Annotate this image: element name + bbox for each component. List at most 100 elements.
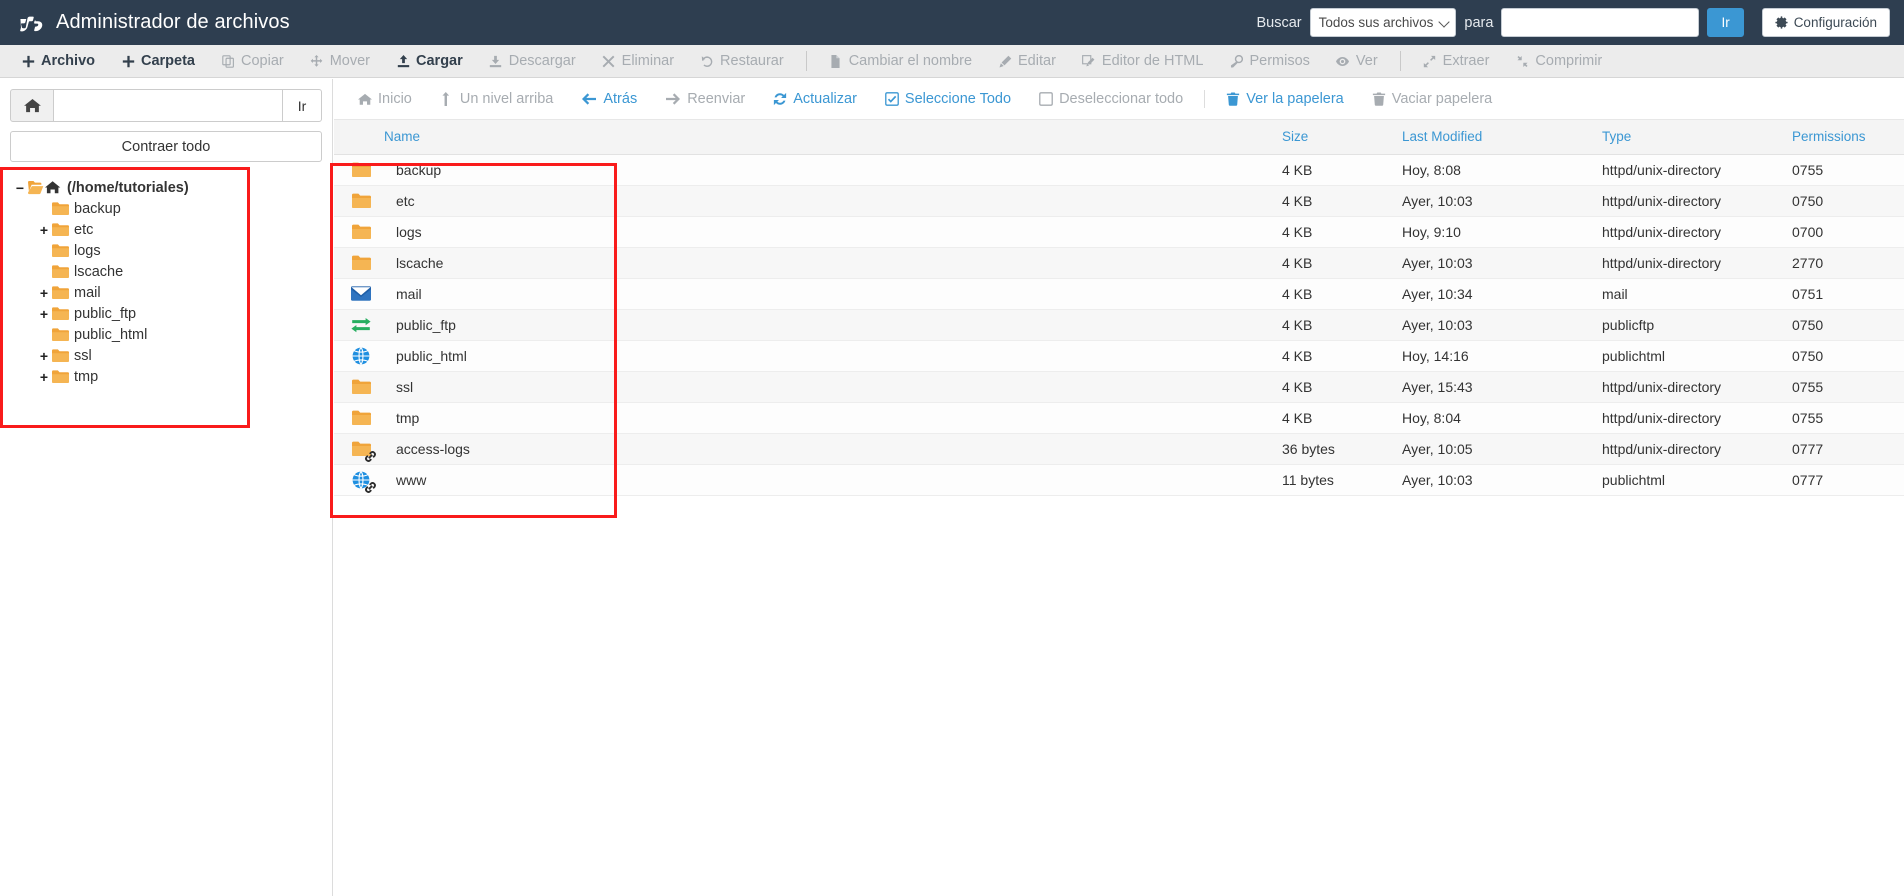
trash-icon (1372, 92, 1386, 106)
toolbar-item-copiar: Copiar (208, 45, 297, 78)
nav-item-actualizar[interactable]: Actualizar (759, 79, 871, 120)
table-row[interactable]: backup 4 KB Hoy, 8:08 httpd/unix-directory 0… (334, 154, 1904, 186)
nav-item-ver-la-papelera[interactable]: Ver la papelera (1212, 79, 1358, 120)
toolbar-item-archivo[interactable]: Archivo (8, 45, 108, 78)
expand-plus-icon[interactable]: + (36, 222, 52, 238)
tree-node-logs[interactable]: logs (12, 240, 318, 261)
path-input[interactable] (54, 89, 282, 122)
folder-icon (52, 306, 69, 321)
toolbar-separator (805, 51, 807, 71)
cell-name[interactable]: lscache (334, 247, 1274, 279)
collapse-all-button[interactable]: Contraer todo (10, 131, 322, 162)
cell-name[interactable]: backup (334, 154, 1274, 186)
cell-permissions: 0777 (1784, 464, 1904, 496)
toolbar-item-descargar: Descargar (476, 45, 589, 78)
settings-button[interactable]: Configuración (1761, 8, 1890, 37)
nav-item-deseleccionar-todo[interactable]: Deseleccionar todo (1025, 79, 1197, 120)
tree-node-label: logs (74, 242, 101, 259)
cell-permissions: 0755 (1784, 402, 1904, 434)
cell-name[interactable]: tmp (334, 402, 1274, 434)
file-name-label: ssl (396, 378, 414, 395)
nav-item-seleccione-todo[interactable]: Seleccione Todo (871, 79, 1025, 120)
toolbar-item-carpeta[interactable]: Carpeta (108, 45, 208, 78)
folder-icon (52, 348, 69, 363)
expand-plus-icon[interactable]: + (36, 369, 52, 385)
file-name-label: www (396, 471, 427, 488)
copy-icon (221, 54, 235, 68)
navbar-separator (1204, 90, 1206, 108)
download-icon (489, 55, 503, 68)
tree-node-ssl[interactable]: + ssl (12, 345, 318, 366)
checkbox-checked-icon (885, 92, 899, 106)
toolbar-item-label: Carpeta (141, 53, 195, 69)
table-row[interactable]: tmp 4 KB Hoy, 8:04 httpd/unix-directory 0755 (334, 402, 1904, 434)
cell-name[interactable]: access-logs (334, 433, 1274, 465)
table-row[interactable]: ssl 4 KB Ayer, 15:43 httpd/unix-directory 07… (334, 371, 1904, 403)
column-header-last-modified[interactable]: Last Modified (1394, 120, 1594, 155)
table-row[interactable]: www 11 bytes Ayer, 10:03 publichtml 0777 (334, 464, 1904, 496)
toolbar-separator (1399, 51, 1401, 71)
page-title: Administrador de archivos (56, 11, 290, 33)
search-input[interactable] (1501, 8, 1700, 37)
tree-node-backup[interactable]: backup (12, 198, 318, 219)
cell-size: 4 KB (1274, 402, 1394, 434)
table-row[interactable]: public_ftp 4 KB Ayer, 10:03 publicftp 0750 (334, 309, 1904, 341)
nav-item-reenviar[interactable]: Reenviar (651, 79, 759, 120)
cell-size: 4 KB (1274, 216, 1394, 248)
cell-name[interactable]: ssl (334, 371, 1274, 403)
cell-name[interactable]: www (334, 464, 1274, 496)
tree-node-public_html[interactable]: public_html (12, 324, 318, 345)
column-header-size[interactable]: Size (1274, 120, 1394, 155)
search-scope-select[interactable]: Todos sus archivos (1309, 8, 1457, 37)
column-header-name[interactable]: Name (334, 120, 1274, 155)
tree-node-etc[interactable]: + etc (12, 219, 318, 240)
tree-node-tmp[interactable]: + tmp (12, 366, 318, 387)
tree-node-mail[interactable]: + mail (12, 282, 318, 303)
cell-name[interactable]: public_html (334, 340, 1274, 372)
collapse-minus-icon[interactable]: − (12, 180, 28, 196)
cell-size: 4 KB (1274, 247, 1394, 279)
column-header-permissions[interactable]: Permissions (1784, 120, 1904, 155)
path-go-button[interactable]: Ir (282, 89, 322, 122)
table-row[interactable]: etc 4 KB Ayer, 10:03 httpd/unix-directory 07… (334, 185, 1904, 217)
tree-node-public_ftp[interactable]: + public_ftp (12, 303, 318, 324)
toolbar-item-restaurar: Restaurar (687, 45, 797, 78)
nav-item-vaciar-papelera[interactable]: Vaciar papelera (1358, 79, 1507, 120)
home-icon[interactable] (10, 89, 54, 122)
cell-name[interactable]: etc (334, 185, 1274, 217)
tree-node-hometutoriales[interactable]: − (/home/tutoriales) (12, 177, 318, 198)
expand-plus-icon[interactable]: + (36, 348, 52, 364)
column-header-type[interactable]: Type (1594, 120, 1784, 155)
expand-plus-icon[interactable]: + (36, 285, 52, 301)
toolbar-item-editar: Editar (985, 45, 1069, 78)
tree-node-label: backup (74, 200, 121, 217)
expand-plus-icon[interactable]: + (36, 306, 52, 322)
cell-name[interactable]: logs (334, 216, 1274, 248)
toolbar-item-ver: Ver (1323, 45, 1391, 78)
file-name-label: logs (396, 223, 422, 240)
cell-name[interactable]: public_ftp (334, 309, 1274, 341)
eye-icon (1336, 55, 1350, 68)
cell-name[interactable]: mail (334, 278, 1274, 310)
toolbar-item-comprimir: Comprimir (1502, 45, 1615, 78)
table-row[interactable]: public_html 4 KB Hoy, 14:16 publichtml 0750 (334, 340, 1904, 372)
tree-node-lscache[interactable]: lscache (12, 261, 318, 282)
toolbar-item-cargar[interactable]: Cargar (383, 45, 476, 78)
nav-item-atr-s[interactable]: Atrás (567, 79, 651, 120)
table-row[interactable]: access-logs 36 bytes Ayer, 10:05 httpd/unix… (334, 433, 1904, 465)
table-row[interactable]: mail 4 KB Ayer, 10:34 mail 0751 (334, 278, 1904, 310)
file-name-wrapper: ssl (348, 377, 1266, 397)
nav-item-inicio[interactable]: Inicio (344, 79, 426, 120)
search-go-button[interactable]: Ir (1707, 8, 1744, 37)
toolbar-item-cambiar-el-nombre: Cambiar el nombre (816, 45, 985, 78)
table-row[interactable]: lscache 4 KB Ayer, 10:03 httpd/unix-directo… (334, 247, 1904, 279)
globe-icon (348, 346, 374, 366)
content-area: Inicio Un nivel arriba Atrás Reenviar Actual… (334, 79, 1904, 896)
toolbar-item-label: Restaurar (720, 53, 784, 69)
nav-item-un-nivel-arriba[interactable]: Un nivel arriba (426, 79, 568, 120)
cell-last-modified: Hoy, 8:04 (1394, 402, 1594, 434)
file-list-navbar: Inicio Un nivel arriba Atrás Reenviar Actual… (334, 79, 1904, 120)
table-row[interactable]: logs 4 KB Hoy, 9:10 httpd/unix-directory 070… (334, 216, 1904, 248)
file-name-label: lscache (396, 254, 444, 271)
cell-type: httpd/unix-directory (1594, 371, 1784, 403)
